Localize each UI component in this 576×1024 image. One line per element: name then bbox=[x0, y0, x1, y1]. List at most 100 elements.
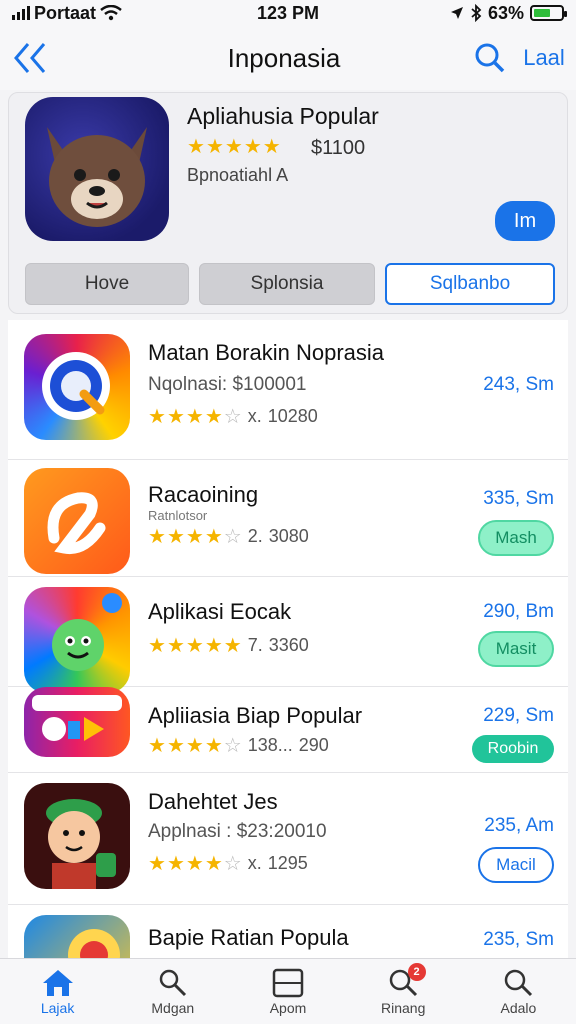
search-icon bbox=[475, 43, 505, 73]
tab-search[interactable]: Mdgan bbox=[115, 959, 230, 1024]
rating-text: x. bbox=[247, 853, 262, 873]
tab-label: Mdgan bbox=[151, 999, 195, 1016]
magnifier-icon bbox=[42, 352, 110, 420]
star-filled-icon: ★ bbox=[148, 405, 166, 428]
list-item[interactable]: Apliiasia Biap Popular ★ ★ ★ ★ ☆ 138... 290 … bbox=[8, 687, 568, 773]
nav-right-button[interactable]: Laal bbox=[512, 45, 576, 71]
rating-count: 10280 bbox=[267, 406, 318, 426]
app-size: 235, Am bbox=[484, 815, 554, 836]
app-icon[interactable] bbox=[24, 468, 130, 574]
app-icon[interactable] bbox=[24, 783, 130, 889]
app-title: Apliiasia Biap Popular bbox=[148, 703, 363, 728]
notification-badge: 2 bbox=[407, 963, 426, 981]
app-icon[interactable] bbox=[24, 334, 130, 440]
app-icon[interactable] bbox=[24, 687, 130, 757]
location-icon bbox=[450, 7, 463, 19]
star-filled-icon: ★ bbox=[204, 852, 223, 875]
star-filled-icon: ★ bbox=[166, 734, 185, 757]
swirl-icon bbox=[47, 492, 106, 555]
app-rating: ★ ★ ★ ★ ☆ x. 1295 bbox=[148, 853, 308, 874]
rating-count: 3080 bbox=[268, 526, 309, 546]
featured-rating: ★ ★ ★ ★ ★ bbox=[187, 137, 281, 158]
nav-bar: Inponasia Laal bbox=[0, 26, 576, 90]
ball-icon bbox=[68, 929, 120, 958]
list-item[interactable]: Dahehtet Jes Applnasi : $23:20010 ★ ★ ★ ★ ☆ … bbox=[8, 773, 568, 905]
rating-text: 2. bbox=[247, 526, 263, 546]
star-filled-icon: ★ bbox=[148, 852, 166, 875]
star-rating: ★ ★ ★ ★ ☆ bbox=[148, 527, 242, 547]
battery-icon bbox=[530, 5, 567, 21]
list-item[interactable]: Aplikasi Eocak ★ ★ ★ ★ ★ 7. 3360 290, Bm Mas… bbox=[8, 577, 568, 693]
app-title: Matan Borakin Noprasia bbox=[148, 340, 385, 365]
list-item[interactable]: Bapie Ratian Popula 235, Sm bbox=[8, 905, 568, 958]
app-action-button[interactable]: Masit bbox=[478, 631, 554, 667]
app-size: 335, Sm bbox=[483, 488, 554, 509]
app-size: 243, Sm bbox=[483, 374, 554, 395]
segment-tabs: Hove Splonsia Sqlbanbo bbox=[25, 263, 555, 305]
list-item[interactable]: Racaoining Ratnlotsor ★ ★ ★ ★ ☆ 2. 3080 335,… bbox=[8, 460, 568, 577]
star-filled-icon: ★ bbox=[166, 852, 185, 875]
star-filled-icon: ★ bbox=[204, 405, 223, 428]
search-button[interactable] bbox=[468, 36, 512, 80]
star-filled-icon: ★ bbox=[262, 136, 281, 158]
tab-hove[interactable]: Hove bbox=[25, 263, 189, 305]
app-action-button[interactable]: Roobin bbox=[472, 735, 554, 763]
rating-text: 7. bbox=[247, 635, 263, 655]
featured-card: Apliahusia Popular ★ ★ ★ ★ ★ $1100 Bpnoatiah… bbox=[8, 92, 568, 314]
tab-label: Apom bbox=[269, 999, 307, 1016]
tab-label: Adalo bbox=[500, 999, 537, 1016]
star-filled-icon: ★ bbox=[223, 634, 242, 657]
featured-title: Apliahusia Popular bbox=[187, 103, 379, 129]
star-empty-icon: ☆ bbox=[223, 852, 242, 875]
star-filled-icon: ★ bbox=[148, 634, 166, 657]
app-rating: ★ ★ ★ ★ ☆ 2. 3080 bbox=[148, 526, 309, 547]
rating-text: 138... bbox=[247, 735, 293, 755]
featured-price: $1100 bbox=[311, 137, 366, 159]
featured-subtitle: Bpnoatiahl A bbox=[187, 165, 289, 185]
carrier-label: Portaat bbox=[34, 2, 97, 23]
app-title: Dahehtet Jes bbox=[148, 789, 278, 814]
list-item[interactable]: Matan Borakin Noprasia Nqolnasi: $100001… bbox=[8, 320, 568, 460]
star-filled-icon: ★ bbox=[204, 634, 223, 657]
star-filled-icon: ★ bbox=[185, 405, 204, 428]
app-icon[interactable] bbox=[24, 587, 130, 693]
app-title: Bapie Ratian Popula bbox=[148, 925, 349, 950]
star-filled-icon: ★ bbox=[185, 634, 204, 657]
star-rating: ★ ★ ★ ★ ★ bbox=[187, 137, 281, 157]
featured-app-icon[interactable] bbox=[25, 97, 169, 241]
wifi-icon bbox=[100, 5, 122, 21]
featured-get-button[interactable]: Im bbox=[495, 201, 555, 241]
star-rating: ★ ★ ★ ★ ★ bbox=[148, 636, 242, 656]
status-time: 123 PM bbox=[256, 2, 320, 23]
home-icon bbox=[42, 969, 73, 996]
tab-sqlbanbo[interactable]: Sqlbanbo bbox=[385, 263, 555, 305]
app-rating: ★ ★ ★ ★ ★ 7. 3360 bbox=[148, 635, 309, 656]
app-rating: ★ ★ ★ ★ ☆ 138... 290 bbox=[148, 735, 329, 756]
app-rating: ★ ★ ★ ★ ☆ x. 10280 bbox=[148, 406, 318, 427]
signal-icon bbox=[12, 6, 30, 20]
star-filled-icon: ★ bbox=[148, 525, 166, 548]
tab-search-2[interactable]: Adalo bbox=[461, 959, 576, 1024]
app-icon[interactable] bbox=[24, 915, 130, 958]
rating-count: 290 bbox=[298, 735, 329, 755]
star-rating: ★ ★ ★ ★ ☆ bbox=[148, 736, 242, 756]
star-filled-icon: ★ bbox=[166, 525, 185, 548]
app-subtitle: Applnasi : $23:20010 bbox=[148, 821, 327, 842]
app-action-button[interactable]: Mash bbox=[478, 520, 554, 556]
page-title: Inponasia bbox=[227, 42, 341, 73]
app-title: Aplikasi Eocak bbox=[148, 599, 292, 624]
star-filled-icon: ★ bbox=[166, 405, 185, 428]
tab-splonsia[interactable]: Splonsia bbox=[199, 263, 375, 305]
app-action-button[interactable]: Macil bbox=[478, 847, 554, 883]
star-filled-icon: ★ bbox=[166, 634, 185, 657]
tab-apps[interactable]: Apom bbox=[230, 959, 345, 1024]
tab-label: Lajak bbox=[40, 999, 75, 1016]
apps-icon bbox=[272, 968, 304, 997]
star-rating: ★ ★ ★ ★ ☆ bbox=[148, 854, 242, 874]
back-button[interactable] bbox=[0, 26, 60, 90]
battery-percent: 63% bbox=[487, 2, 524, 23]
chevron-back-icon bbox=[14, 43, 46, 73]
tab-home[interactable]: Lajak bbox=[0, 959, 115, 1024]
tab-updates[interactable]: 2 Rinang bbox=[346, 959, 461, 1024]
tab-label: Rinang bbox=[381, 999, 426, 1016]
